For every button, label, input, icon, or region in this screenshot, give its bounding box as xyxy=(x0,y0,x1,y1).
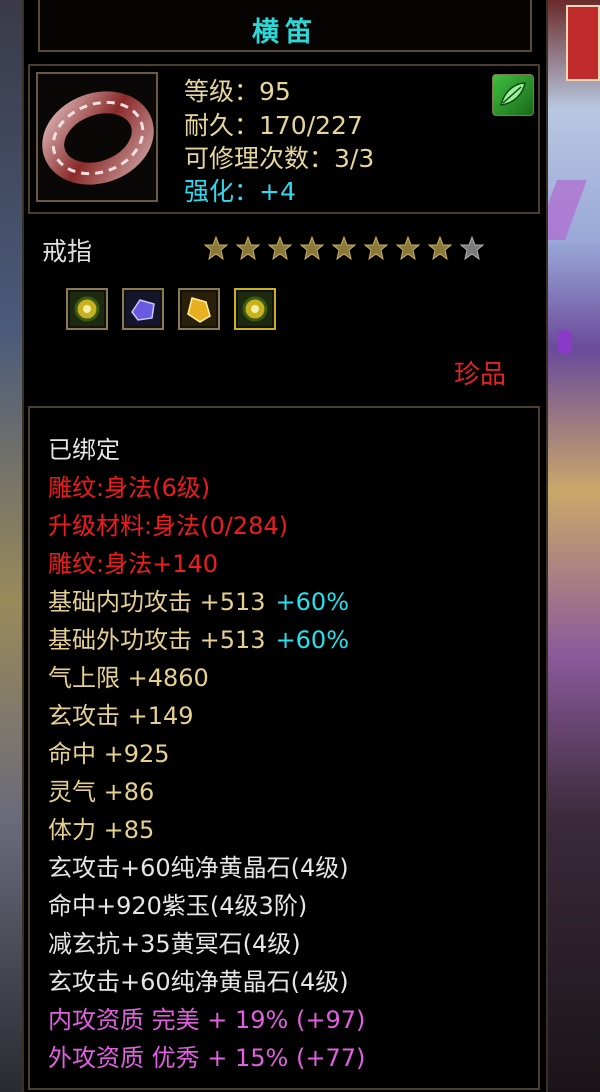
attribute-line: 命中+920紫玉(4级3阶) xyxy=(48,886,307,921)
attribute-line: 雕纹:身法+140 xyxy=(48,544,218,579)
yellow-orb-gem-icon xyxy=(66,288,108,330)
attribute-text: 基础内功攻击 +513 xyxy=(48,588,266,616)
attribute-line: 玄攻击+60纯净黄晶石(4级) xyxy=(48,848,349,883)
attribute-line: 基础外功攻击 +513 +60% xyxy=(48,620,349,655)
star-filled-icon xyxy=(268,236,292,260)
attribute-text: 雕纹:身法(6级) xyxy=(48,474,211,502)
star-empty-icon xyxy=(460,236,484,260)
attribute-line: 体力 +85 xyxy=(48,810,154,845)
star-filled-icon xyxy=(300,236,324,260)
attribute-line: 内攻资质 完美 + 19% (+97) xyxy=(48,1000,365,1035)
attribute-text: 玄攻击 +149 xyxy=(48,702,194,730)
attribute-text: 外攻资质 优秀 + 15% (+77) xyxy=(48,1044,366,1072)
attribute-text: 命中 +925 xyxy=(48,740,170,768)
attribute-text: 减玄抗+35黄冥石(4级) xyxy=(48,930,301,958)
attribute-line: 已绑定 xyxy=(48,430,120,465)
item-rarity: 珍品 xyxy=(454,360,507,390)
star-filled-icon xyxy=(204,236,228,260)
attribute-line: 玄攻击+60纯净黄晶石(4级) xyxy=(48,962,349,997)
item-durability: 耐久：170/227 xyxy=(184,111,363,140)
enhance-stars xyxy=(204,236,484,260)
attribute-text: 气上限 +4860 xyxy=(48,664,209,692)
attribute-line: 玄攻击 +149 xyxy=(48,696,194,731)
attribute-text: 体力 +85 xyxy=(48,816,155,844)
item-type: 戒指 xyxy=(42,237,93,266)
scene-decoration xyxy=(558,330,572,354)
attribute-line: 基础内功攻击 +513 +60% xyxy=(48,582,349,617)
attribute-percent: +60% xyxy=(275,588,349,616)
item-name: 横笛 xyxy=(252,17,318,48)
attribute-text: 玄攻击+60纯净黄晶石(4级) xyxy=(48,968,349,996)
yellow-orb-gem-icon xyxy=(234,288,276,330)
attribute-line: 升级材料:身法(0/284) xyxy=(48,506,288,541)
item-repair-count: 可修理次数：3/3 xyxy=(184,144,375,173)
purple-crystal-gem-icon xyxy=(122,288,164,330)
attribute-text: 玄攻击+60纯净黄晶石(4级) xyxy=(48,854,349,882)
item-tooltip: 横笛 等级：95 耐久：170/227 可修理次数：3/3 强化：+4 戒指 珍… xyxy=(22,0,548,1092)
star-filled-icon xyxy=(236,236,260,260)
attribute-line: 雕纹:身法(6级) xyxy=(48,468,210,503)
star-filled-icon xyxy=(396,236,420,260)
gold-crystal-gem-icon xyxy=(178,288,220,330)
attribute-text: 命中+920紫玉(4级3阶) xyxy=(48,892,308,920)
item-enhance: 强化：+4 xyxy=(184,177,296,206)
attribute-line: 灵气 +86 xyxy=(48,772,154,807)
star-filled-icon xyxy=(332,236,356,260)
attribute-text: 雕纹:身法+140 xyxy=(48,550,219,578)
item-level: 等级：95 xyxy=(184,77,291,106)
attribute-list: 已绑定雕纹:身法(6级) 升级材料:身法(0/284) 雕纹:身法+140 基础内功攻… xyxy=(28,406,540,1090)
attribute-line: 外攻资质 优秀 + 15% (+77) xyxy=(48,1038,365,1073)
attribute-line: 气上限 +4860 xyxy=(48,658,209,693)
green-leaf-icon xyxy=(492,74,534,116)
tooltip-title-bar: 横笛 xyxy=(38,0,532,52)
attribute-text: 灵气 +86 xyxy=(48,778,155,806)
background-scene-right xyxy=(535,0,600,1092)
attribute-text: 升级材料:身法(0/284) xyxy=(48,512,288,540)
attribute-line: 命中 +925 xyxy=(48,734,170,769)
star-filled-icon xyxy=(428,236,452,260)
attribute-line: 减玄抗+35黄冥石(4级) xyxy=(48,924,301,959)
attribute-text: 内攻资质 完美 + 19% (+97) xyxy=(48,1006,366,1034)
scene-decoration xyxy=(566,5,600,81)
attribute-text: 已绑定 xyxy=(48,436,120,464)
attribute-percent: +60% xyxy=(275,626,349,654)
star-filled-icon xyxy=(364,236,388,260)
ring-item-icon xyxy=(36,72,158,202)
attribute-text: 基础外功攻击 +513 xyxy=(48,626,266,654)
background-scene-left xyxy=(0,0,22,1092)
